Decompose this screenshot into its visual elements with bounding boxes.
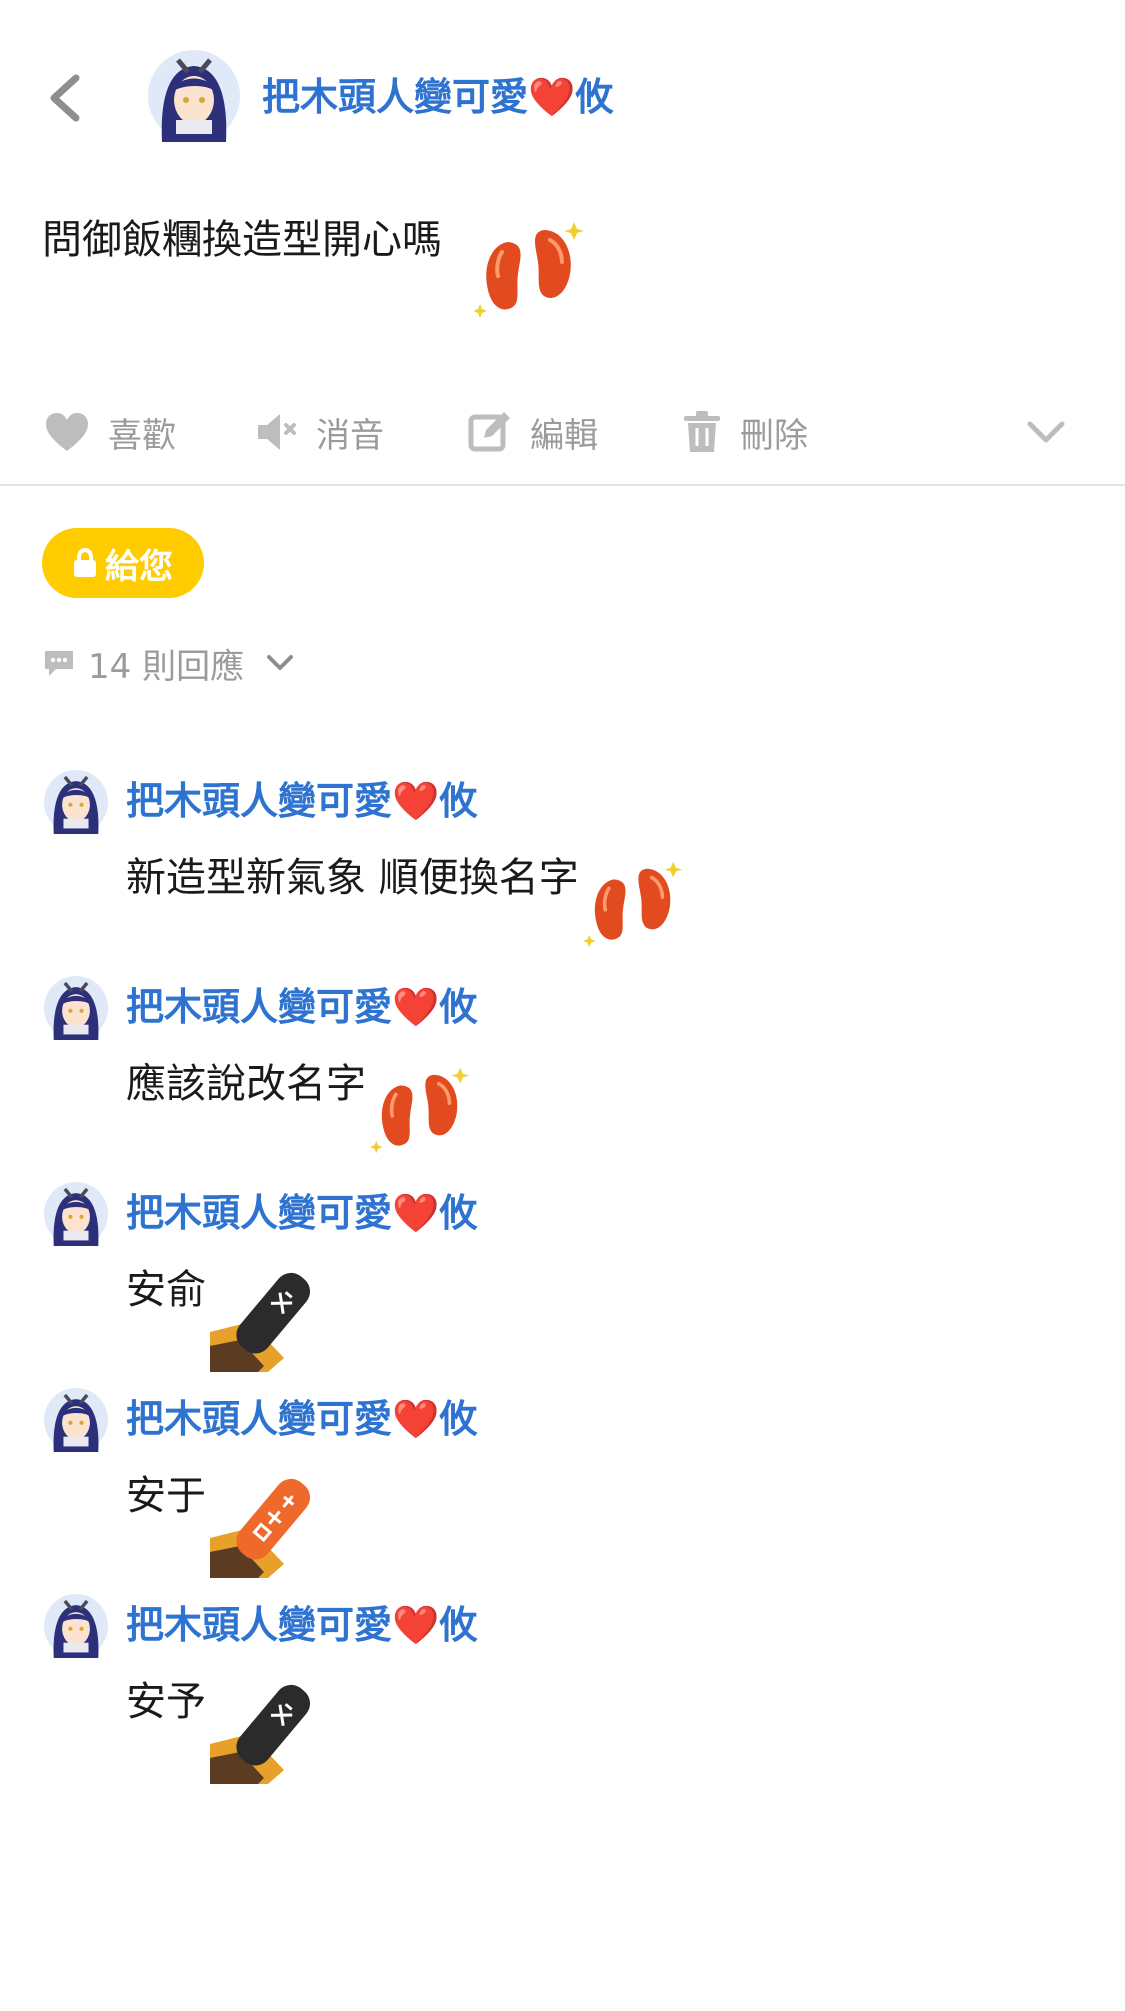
- post-text: 問御飯糰換造型開心嗎: [42, 217, 442, 263]
- chevron-left-icon: [42, 72, 86, 124]
- like-label: 喜歡: [108, 415, 176, 456]
- comment-text: 安于: [126, 1473, 206, 1519]
- speech-bubble-icon: [42, 648, 76, 678]
- commenter-name-link[interactable]: 把木頭人變可愛❤️攸: [126, 1188, 477, 1238]
- delete-label: 刪除: [740, 415, 808, 456]
- mute-speaker-icon: [256, 411, 298, 453]
- fortune-stick-orange-sticker: [210, 1468, 320, 1578]
- commenter-name-link[interactable]: 把木頭人變可愛❤️攸: [126, 1600, 477, 1650]
- comment-item: 把木頭人變可愛❤️攸新造型新氣象 順便換名字: [0, 770, 1125, 1000]
- comment-item: 把木頭人變可愛❤️攸安予: [0, 1594, 1125, 1824]
- commenter-name-link[interactable]: 把木頭人變可愛❤️攸: [126, 1394, 477, 1444]
- comment-text: 安俞: [126, 1267, 206, 1313]
- commenter-name-link[interactable]: 把木頭人變可愛❤️攸: [126, 776, 477, 826]
- lock-icon: [73, 548, 97, 578]
- edit-icon: [468, 410, 512, 454]
- comment-text: 安予: [126, 1679, 206, 1725]
- post-action-bar: 喜歡 消音 編輯 刪除: [0, 396, 1125, 468]
- replies-count-label: 14 則回應: [88, 646, 245, 687]
- chevron-down-icon: [266, 654, 294, 672]
- author-name-link[interactable]: 把木頭人變可愛❤️攸: [262, 72, 613, 122]
- commenter-avatar[interactable]: [44, 1388, 108, 1452]
- fortune-stick-black-sticker: [210, 1674, 320, 1784]
- delete-button[interactable]: 刪除: [682, 396, 808, 468]
- back-button[interactable]: [42, 72, 86, 124]
- divider: [0, 484, 1125, 486]
- author-avatar[interactable]: [148, 50, 240, 142]
- mute-label: 消音: [316, 415, 384, 456]
- edit-label: 編輯: [530, 415, 598, 456]
- edit-button[interactable]: 編輯: [468, 396, 598, 468]
- comment-item: 把木頭人變可愛❤️攸安俞: [0, 1182, 1125, 1412]
- commenter-avatar[interactable]: [44, 1594, 108, 1658]
- like-button[interactable]: 喜歡: [44, 396, 176, 468]
- more-options-button[interactable]: [1026, 396, 1066, 468]
- trash-icon: [682, 410, 722, 454]
- comment-text: 新造型新氣象 順便換名字: [126, 855, 579, 901]
- commenter-avatar[interactable]: [44, 770, 108, 834]
- audience-badge[interactable]: 給您: [42, 528, 204, 598]
- comment-item: 把木頭人變可愛❤️攸應該說改名字: [0, 976, 1125, 1206]
- audience-label: 給您: [105, 546, 173, 587]
- anime-avatar-icon: [148, 50, 240, 142]
- commenter-avatar[interactable]: [44, 1182, 108, 1246]
- comment-text: 應該說改名字: [126, 1061, 366, 1107]
- orange-beans-sticker: [582, 858, 683, 958]
- orange-beans-sticker: [370, 1064, 470, 1164]
- heart-icon: [44, 411, 90, 453]
- chevron-down-icon: [1026, 420, 1066, 444]
- commenter-name-link[interactable]: 把木頭人變可愛❤️攸: [126, 982, 477, 1032]
- replies-toggle[interactable]: 14 則回應: [42, 638, 294, 688]
- comment-item: 把木頭人變可愛❤️攸安于: [0, 1388, 1125, 1618]
- mute-button[interactable]: 消音: [256, 396, 384, 468]
- commenter-avatar[interactable]: [44, 976, 108, 1040]
- fortune-stick-black-sticker: [210, 1262, 320, 1372]
- orange-beans-sticker: [474, 218, 584, 330]
